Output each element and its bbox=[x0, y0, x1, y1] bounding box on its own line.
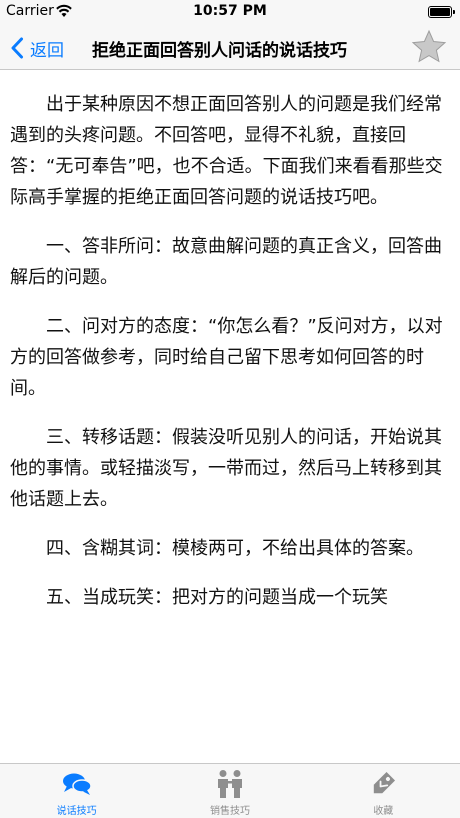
article-paragraph: 四、含糊其词：模棱两可，不给出具体的答案。 bbox=[46, 538, 424, 559]
article-paragraph: 一、答非所问：故意曲解问题的真正含义，回答曲解后的问题。 bbox=[10, 236, 442, 288]
page-title: 拒绝正面回答别人问话的说话技巧 bbox=[92, 41, 347, 61]
back-label: 返回 bbox=[30, 40, 64, 61]
tag-icon bbox=[374, 771, 396, 794]
status-bar: Carrier 10:57 PM bbox=[0, 0, 460, 26]
article-paragraph: 三、转移话题：假装没听见别人的问话，开始说其他的事情。或轻描淡写，一带而过，然后… bbox=[10, 427, 442, 510]
article-content: 出于某种原因不想正面回答别人的问题是我们经常遇到的头疼问题。不回答吧，显得不礼貌… bbox=[0, 71, 460, 763]
tab-speaking-skills[interactable]: 说话技巧 bbox=[0, 764, 153, 818]
article-paragraph: 二、问对方的态度：“你怎么看？”反问对方，以对方的回答做参考，同时给自己留下思考… bbox=[10, 316, 443, 399]
star-icon[interactable] bbox=[410, 28, 448, 66]
navigation-bar: 返回 拒绝正面回答别人问话的说话技巧 bbox=[0, 26, 460, 70]
tab-label: 说话技巧 bbox=[56, 806, 97, 817]
battery-icon bbox=[428, 6, 455, 18]
tab-bar: 说话技巧 销售技巧 收藏 bbox=[0, 763, 460, 818]
speech-bubbles-icon bbox=[62, 773, 92, 795]
tab-label: 销售技巧 bbox=[209, 806, 250, 817]
back-button[interactable]: 返回 bbox=[10, 34, 64, 62]
article-paragraph: 五、当成玩笑：把对方的问题当成一个玩笑 bbox=[46, 587, 388, 608]
tab-sales-skills[interactable]: 销售技巧 bbox=[153, 764, 306, 818]
tab-label: 收藏 bbox=[373, 806, 394, 817]
article-paragraph: 出于某种原因不想正面回答别人的问题是我们经常遇到的头疼问题。不回答吧，显得不礼貌… bbox=[10, 94, 443, 208]
people-icon bbox=[217, 770, 242, 798]
chevron-left-icon bbox=[11, 37, 23, 59]
clock: 10:57 PM bbox=[193, 3, 267, 19]
tab-favorites[interactable]: 收藏 bbox=[307, 764, 460, 818]
